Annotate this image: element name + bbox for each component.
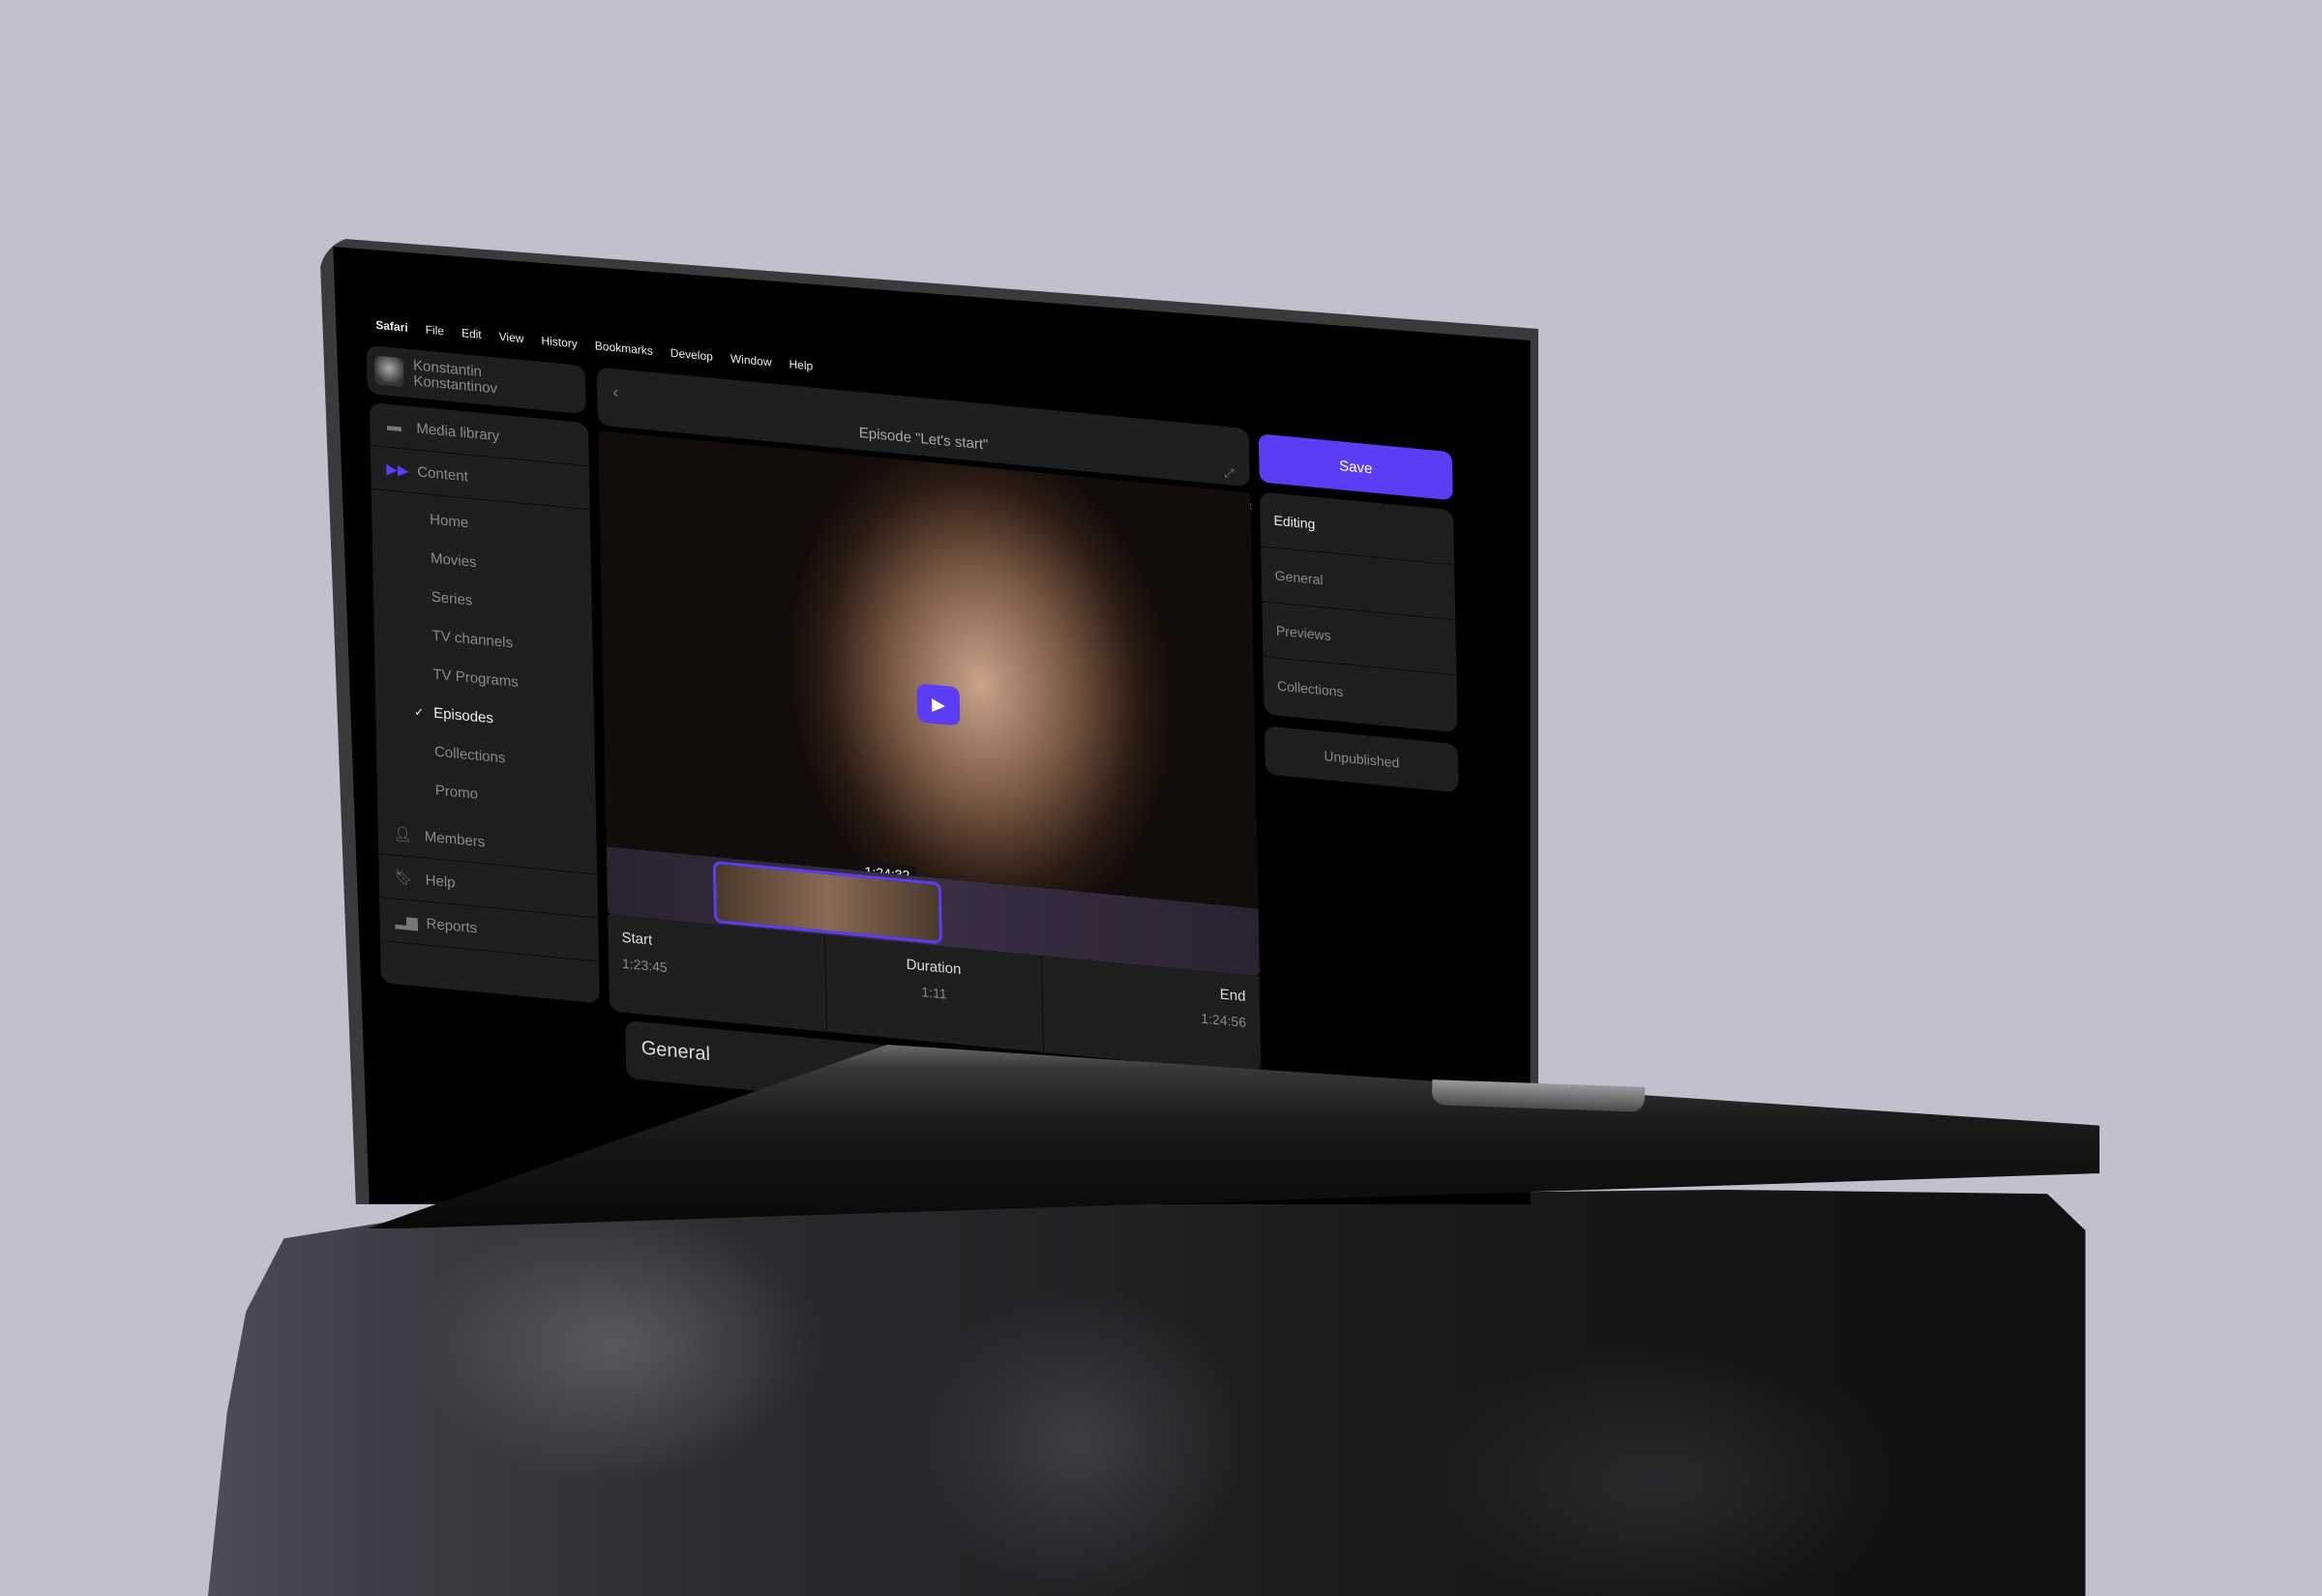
- menu-bookmarks[interactable]: Bookmarks: [595, 339, 653, 358]
- sidebar: ▬ Media library ▶▶ Content Home Movies S…: [369, 401, 600, 1004]
- editing-nav: Editing General Previews Collections: [1260, 491, 1458, 733]
- video-player[interactable]: ▶ 1:24:32: [598, 430, 1261, 977]
- sidebar-item-label: Help: [425, 872, 456, 891]
- publish-status-button[interactable]: Unpublished: [1264, 725, 1459, 793]
- menu-window[interactable]: Window: [730, 352, 772, 369]
- expand-icon[interactable]: ⤢: [1224, 465, 1235, 482]
- menu-develop[interactable]: Develop: [670, 346, 713, 364]
- menu-history[interactable]: History: [541, 334, 578, 351]
- sidebar-item-label: Reports: [426, 915, 478, 937]
- monitor-icon: ▬: [386, 417, 402, 435]
- back-chevron-icon[interactable]: ‹: [612, 382, 618, 403]
- sidebar-item-label: Media library: [416, 420, 500, 445]
- save-button[interactable]: Save: [1258, 433, 1453, 501]
- trim-start: Start 1:23:45: [608, 914, 827, 1032]
- menu-edit[interactable]: Edit: [461, 326, 482, 341]
- sidebar-item-label: Members: [424, 828, 486, 850]
- menu-help[interactable]: Help: [789, 357, 813, 372]
- sidebar-item-label: Content: [417, 463, 468, 486]
- rock-pedestal: [208, 1190, 2086, 1596]
- trim-end: End 1:24:56: [1042, 956, 1263, 1074]
- user-card[interactable]: Konstantin Konstantinov: [366, 344, 586, 415]
- menu-view[interactable]: View: [499, 330, 524, 345]
- menu-app-name[interactable]: Safari: [375, 318, 408, 335]
- content-submenu: Home Movies Series TV channels TV Progra…: [372, 489, 597, 831]
- fast-forward-icon: ▶▶: [386, 460, 409, 480]
- trim-duration: Duration 1:11: [824, 934, 1045, 1053]
- person-icon: 👤︎: [393, 825, 413, 844]
- bookmark-icon: 🔖︎: [394, 869, 413, 888]
- play-button[interactable]: ▶: [916, 683, 961, 726]
- bar-chart-icon: ▂▆: [395, 912, 418, 931]
- play-icon: ▶: [931, 694, 946, 715]
- avatar: [373, 355, 404, 388]
- menu-file[interactable]: File: [425, 323, 444, 339]
